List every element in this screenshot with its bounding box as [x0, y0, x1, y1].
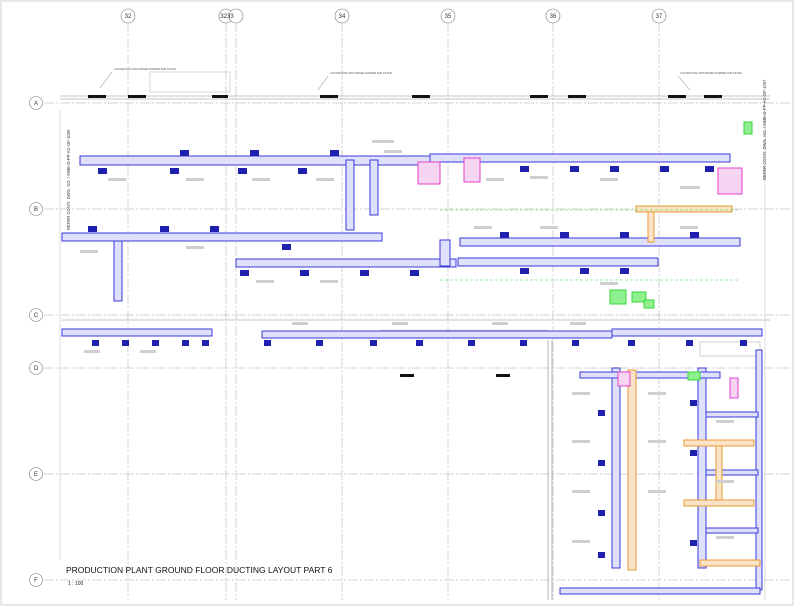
louver-notes: LOUVER WITH MOTORISED DAMPER AND FILTER …: [99, 67, 742, 91]
louver-note-b: LOUVER WITH MOTORISED DAMPER AND FILTER: [330, 71, 392, 75]
sheet-border: [0, 0, 794, 606]
column-bubble-36: 36: [545, 8, 561, 24]
row-bubble-a: A: [29, 96, 43, 110]
row-label: E: [34, 472, 38, 478]
row-label: F: [34, 578, 38, 584]
ducting-layout-drawing: 32 32 33 34 35 36 37 A B C D E F LOUVER …: [0, 0, 794, 606]
row-bubbles: A B C D E F: [29, 96, 43, 587]
column-label: 34: [339, 14, 346, 20]
column-label: 33: [227, 14, 234, 20]
column-label: 35: [445, 14, 452, 20]
row-bubble-f: F: [29, 573, 43, 587]
row-label: D: [34, 366, 39, 372]
column-bubbles: 32 32 33 34 35 36 37: [120, 8, 667, 24]
refer-right-label: REFER CONTI. DWG. NO. / MME-D-PP-AC-GF-1…: [762, 79, 767, 180]
column-label: 37: [656, 14, 663, 20]
column-bubble-32: 32: [120, 8, 136, 24]
exhaust-ducts: [417, 157, 743, 399]
column-bubble-35: 35: [440, 8, 456, 24]
column-bubble-37: 37: [651, 8, 667, 24]
refer-left-label: REFER CONTI. DWG. NO. / MME-D-PP-AC-GF-1…: [66, 129, 71, 230]
louver-note-a: LOUVER WITH MOTORISED DAMPER AND FILTER: [114, 67, 176, 71]
row-bubble-d: D: [29, 361, 43, 375]
column-label: 32: [125, 14, 132, 20]
row-bubble-c: C: [29, 308, 43, 322]
grid-lines: [44, 22, 790, 600]
row-label: A: [34, 101, 38, 107]
drawing-title: PRODUCTION PLANT GROUND FLOOR DUCTING LA…: [66, 565, 333, 575]
drawing-scale: 1 : 100: [68, 581, 84, 587]
column-bubble-32-33: 32 33: [218, 8, 244, 24]
row-bubble-e: E: [29, 467, 43, 481]
column-bubble-34: 34: [334, 8, 350, 24]
louver-note-c: LOUVER WITH MOTORISED DAMPER AND FILTER: [680, 71, 742, 75]
row-label: C: [34, 313, 39, 319]
column-label: 36: [550, 14, 557, 20]
row-label: B: [34, 207, 38, 213]
row-bubble-b: B: [29, 202, 43, 216]
